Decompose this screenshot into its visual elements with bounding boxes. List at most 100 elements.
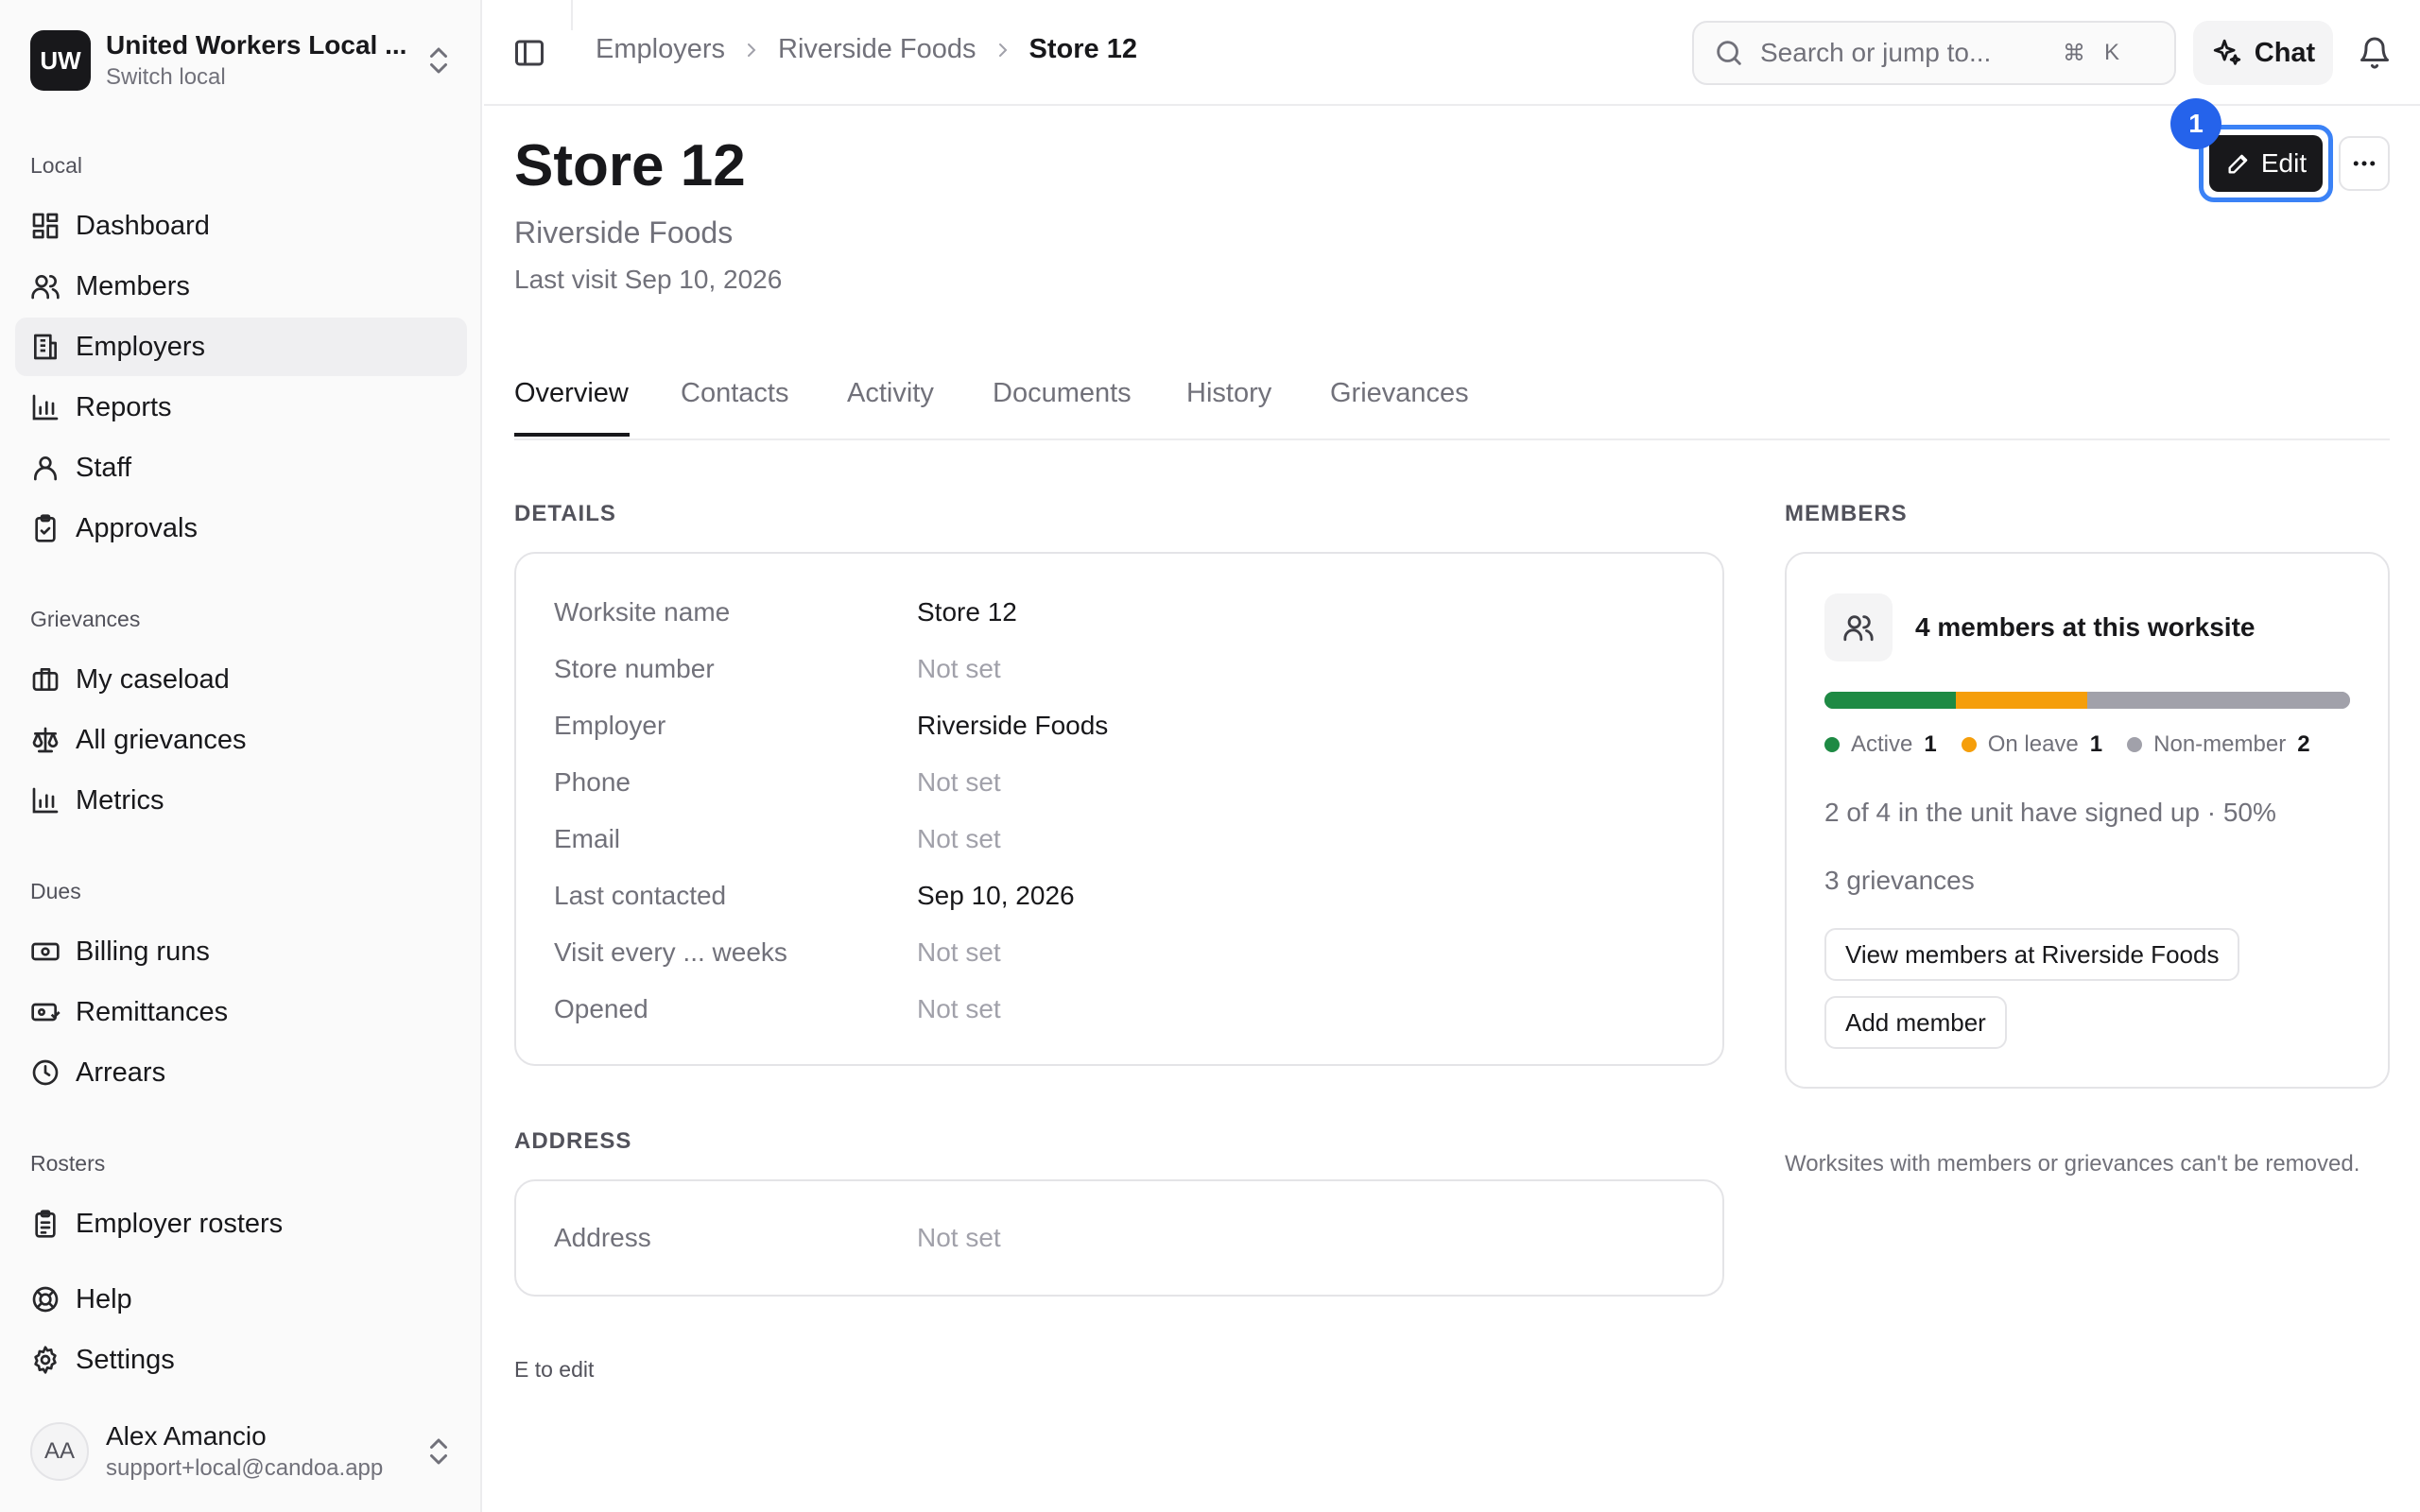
sidebar-item-members[interactable]: Members: [15, 257, 467, 316]
tab-bar: Overview Contacts Activity Documents His…: [514, 374, 2390, 440]
signup-summary: 2 of 4 in the unit have signed up · 50%: [1824, 798, 2276, 827]
user-menu[interactable]: AA Alex Amancio support+local@candoa.app: [30, 1419, 456, 1484]
sidebar-item-label: All grievances: [76, 724, 247, 755]
sidebar-item-dashboard[interactable]: Dashboard: [15, 197, 467, 255]
tab-active-indicator: [514, 433, 630, 437]
sidebar-item-label: Metrics: [76, 784, 164, 816]
avatar: AA: [30, 1422, 89, 1481]
field-value-last-contacted: Sep 10, 2026: [917, 881, 1075, 910]
field-value-visit-frequency: Not set: [917, 937, 1001, 967]
search-box[interactable]: ⌘ K: [1692, 21, 2176, 85]
members-card: 4 members at this worksite Active 1 On l…: [1785, 552, 2390, 1089]
sidebar-item-arrears[interactable]: Arrears: [15, 1043, 467, 1102]
nav-section-local: Local: [30, 153, 82, 178]
clipboard-check-icon: [35, 514, 56, 542]
dashboard-icon: [32, 213, 59, 239]
address-heading: ADDRESS: [514, 1128, 632, 1154]
edit-button[interactable]: Edit: [2209, 135, 2323, 192]
chat-button[interactable]: Chat: [2193, 21, 2333, 85]
org-switcher[interactable]: UW United Workers Local ... Switch local: [30, 28, 456, 93]
sparkles-icon: [2213, 39, 2240, 65]
sidebar-item-all-grievances[interactable]: All grievances: [15, 711, 467, 769]
sidebar-item-label: Billing runs: [76, 936, 210, 967]
legend-item-active: Active 1: [1824, 731, 1937, 758]
sidebar-item-label: My caseload: [76, 663, 230, 695]
wallet-icon: [31, 1003, 60, 1022]
add-member-button[interactable]: Add member: [1824, 996, 2007, 1049]
sidebar-item-employer-rosters[interactable]: Employer rosters: [15, 1194, 467, 1253]
breadcrumb-employer[interactable]: Riverside Foods: [778, 34, 977, 65]
sidebar-item-my-caseload[interactable]: My caseload: [15, 650, 467, 709]
gear-icon: [34, 1346, 57, 1374]
legend-dot: [1961, 737, 1977, 752]
scale-icon: [32, 727, 59, 753]
last-visit: Last visit Sep 10, 2026: [514, 265, 783, 294]
field-value-email: Not set: [917, 824, 1001, 853]
sidebar-toggle-icon[interactable]: [512, 36, 546, 70]
membership-breakdown-bar: [1824, 692, 2350, 709]
grievance-count[interactable]: 3 grievances: [1824, 866, 1975, 896]
sidebar-item-staff[interactable]: Staff: [15, 438, 467, 497]
sidebar-item-label: Help: [76, 1283, 132, 1314]
breadcrumb-current: Store 12: [1028, 34, 1137, 64]
field-value-address: Not set: [917, 1223, 1001, 1252]
field-value-phone: Not set: [917, 767, 1001, 797]
sidebar-item-settings[interactable]: Settings: [15, 1331, 467, 1389]
step-badge: 1: [2170, 98, 2221, 149]
tab-documents[interactable]: Documents: [993, 378, 1132, 438]
employer-name[interactable]: Riverside Foods: [514, 215, 733, 250]
sidebar-item-remittances[interactable]: Remittances: [15, 983, 467, 1041]
divider: [571, 0, 573, 30]
sidebar-item-approvals[interactable]: Approvals: [15, 499, 467, 558]
breadcrumb-employers[interactable]: Employers: [596, 34, 725, 65]
user-email: support+local@candoa.app: [106, 1455, 384, 1481]
tab-activity[interactable]: Activity: [847, 378, 934, 438]
sidebar-item-help[interactable]: Help: [15, 1270, 467, 1329]
legend-dot: [2127, 737, 2143, 752]
legend-item-on-leave: On leave 1: [1961, 731, 2103, 758]
nav-section-grievances: Grievances: [30, 607, 141, 631]
sidebar-item-label: Arrears: [76, 1057, 166, 1088]
chevron-right-icon: [748, 43, 756, 57]
org-name: United Workers Local ...: [106, 30, 407, 60]
search-input[interactable]: [1760, 38, 2044, 68]
field-value-employer[interactable]: Riverside Foods: [917, 711, 1108, 741]
members-heading: MEMBERS: [1785, 501, 1908, 526]
chevron-right-icon: [998, 43, 1007, 57]
legend-item-non-member: Non-member 2: [2127, 731, 2310, 758]
sidebar-item-label: Members: [76, 270, 190, 301]
sidebar-item-label: Reports: [76, 391, 172, 422]
sidebar-item-metrics[interactable]: Metrics: [15, 771, 467, 830]
clipboard-list-icon: [35, 1210, 56, 1238]
sidebar-item-label: Dashboard: [76, 210, 210, 241]
bar-segment-active: [1824, 692, 1956, 709]
chat-label: Chat: [2254, 37, 2316, 68]
tab-history[interactable]: History: [1186, 378, 1271, 438]
removal-note: Worksites with members or grievances can…: [1785, 1151, 2360, 1177]
sidebar-item-label: Approvals: [76, 512, 198, 543]
sidebar-item-employers[interactable]: Employers: [15, 318, 467, 376]
briefcase-icon: [32, 668, 59, 691]
tab-contacts[interactable]: Contacts: [681, 378, 788, 438]
sidebar-item-label: Employer rosters: [76, 1208, 284, 1239]
legend-count: 1: [2089, 731, 2103, 757]
field-value-store-number: Not set: [917, 654, 1001, 683]
field-label: Phone: [554, 767, 631, 797]
bar-chart-icon: [32, 394, 59, 421]
bar-chart-icon: [32, 787, 59, 814]
sidebar-item-label: Staff: [76, 452, 132, 483]
more-actions-button[interactable]: [2339, 136, 2390, 191]
membership-legend: Active 1 On leave 1 Non-member 2: [1824, 731, 2335, 758]
legend-label: Non-member: [2153, 731, 2287, 757]
clock-icon: [32, 1059, 59, 1086]
tab-overview[interactable]: Overview: [514, 378, 629, 438]
search-icon: [1717, 41, 1741, 65]
bar-segment-on-leave: [1956, 692, 2087, 709]
nav-section-dues: Dues: [30, 879, 81, 903]
users-icon: [31, 275, 60, 300]
tab-grievances[interactable]: Grievances: [1330, 378, 1469, 438]
sidebar-item-billing-runs[interactable]: Billing runs: [15, 922, 467, 981]
bell-icon[interactable]: [2358, 36, 2392, 70]
view-members-button[interactable]: View members at Riverside Foods: [1824, 928, 2240, 981]
sidebar-item-reports[interactable]: Reports: [15, 378, 467, 437]
